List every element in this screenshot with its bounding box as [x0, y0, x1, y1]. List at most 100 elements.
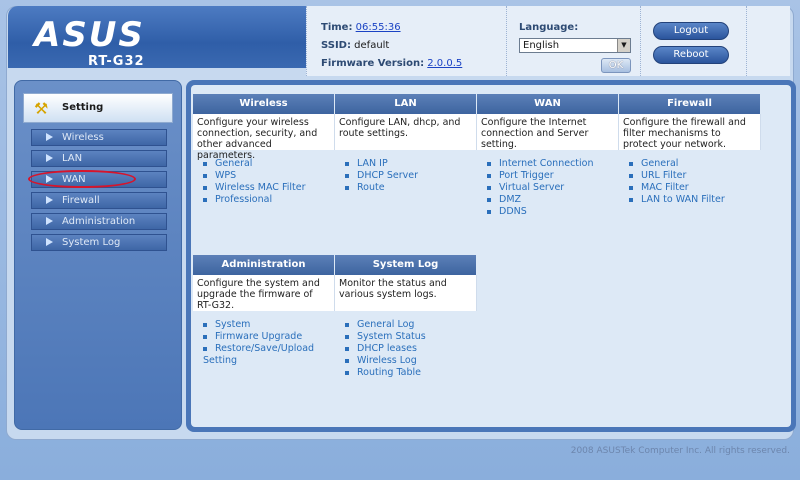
- card-link-label[interactable]: Route: [357, 182, 385, 193]
- card-link-label[interactable]: Internet Connection: [499, 158, 594, 169]
- card-link-label[interactable]: LAN to WAN Filter: [641, 194, 725, 205]
- arrow-right-icon: [46, 196, 53, 204]
- card-link[interactable]: Routing Table: [345, 367, 477, 379]
- sidebar-item-administration[interactable]: Administration: [31, 213, 167, 230]
- sidebar-item-wireless[interactable]: Wireless: [31, 129, 167, 146]
- status-info-panel: Time: 06:55:36 SSID: default Firmware Ve…: [306, 6, 506, 76]
- arrow-right-icon: [46, 217, 53, 225]
- card-link[interactable]: Professional: [203, 194, 335, 206]
- card-link-label[interactable]: Wireless MAC Filter: [215, 182, 305, 193]
- card-link-label[interactable]: DHCP leases: [357, 343, 417, 354]
- card-link-label[interactable]: General: [641, 158, 678, 169]
- card-link-label[interactable]: MAC Filter: [641, 182, 689, 193]
- setting-title: Setting: [62, 102, 104, 113]
- card-link[interactable]: LAN to WAN Filter: [629, 194, 761, 206]
- bullet-icon: [345, 358, 349, 363]
- bullet-icon: [487, 173, 491, 178]
- card-link-label[interactable]: General: [215, 158, 252, 169]
- card-title-wireless[interactable]: Wireless: [193, 94, 335, 114]
- tools-icon: ⚒: [34, 99, 49, 118]
- card-link[interactable]: Firmware Upgrade: [203, 331, 335, 343]
- card-link-label[interactable]: Virtual Server: [499, 182, 564, 193]
- bullet-icon: [345, 322, 349, 327]
- ssid-row: SSID: default: [321, 40, 389, 51]
- card-link-label[interactable]: Routing Table: [357, 367, 421, 378]
- card-link[interactable]: General Log: [345, 319, 477, 331]
- card-description: Configure the Internet connection and Se…: [477, 114, 619, 150]
- card-link-label[interactable]: Firmware Upgrade: [215, 331, 302, 342]
- card-link-label[interactable]: System Status: [357, 331, 426, 342]
- card-link[interactable]: DDNS: [487, 206, 619, 218]
- logout-button[interactable]: Logout: [653, 22, 729, 40]
- card-link[interactable]: Route: [345, 182, 477, 194]
- card-description: Configure the firewall and filter mechan…: [619, 114, 761, 150]
- time-row: Time: 06:55:36: [321, 22, 401, 33]
- card-link[interactable]: General: [203, 158, 335, 170]
- card-links: General URL Filter MAC Filter LAN to WAN Fi…: [619, 150, 761, 206]
- card-title-wan[interactable]: WAN: [477, 94, 619, 114]
- asus-logo: ASUS: [34, 15, 145, 55]
- ssid-label: SSID:: [321, 40, 351, 51]
- card-link[interactable]: LAN IP: [345, 158, 477, 170]
- bullet-icon: [203, 173, 207, 178]
- sidebar-item-system-log[interactable]: System Log: [31, 234, 167, 251]
- firmware-link[interactable]: 2.0.0.5: [427, 58, 462, 69]
- card-link-label[interactable]: System: [215, 319, 250, 330]
- card-link-label[interactable]: Professional: [215, 194, 272, 205]
- card-link-label[interactable]: DDNS: [499, 206, 527, 217]
- sidebar-item-label: System Log: [62, 237, 121, 248]
- arrow-right-icon: [46, 238, 53, 246]
- firmware-label: Firmware Version:: [321, 58, 425, 69]
- card-link-label[interactable]: Wireless Log: [357, 355, 417, 366]
- card-links: General WPS Wireless MAC Filter Professiona…: [193, 150, 335, 206]
- card-link[interactable]: Wireless Log: [345, 355, 477, 367]
- card-link-label[interactable]: Restore/Save/Upload Setting: [203, 343, 314, 366]
- card-link-label[interactable]: General Log: [357, 319, 414, 330]
- card-title-system-log[interactable]: System Log: [335, 255, 477, 275]
- sidebar-item-label: Administration: [62, 216, 136, 227]
- card-link[interactable]: MAC Filter: [629, 182, 761, 194]
- card-link[interactable]: Wireless MAC Filter: [203, 182, 335, 194]
- card-link[interactable]: DMZ: [487, 194, 619, 206]
- language-select[interactable]: English ▼: [519, 38, 631, 53]
- bullet-icon: [629, 173, 633, 178]
- language-ok-button[interactable]: OK: [601, 58, 631, 73]
- card-link[interactable]: DHCP Server: [345, 170, 477, 182]
- card-link[interactable]: DHCP leases: [345, 343, 477, 355]
- card-title-lan[interactable]: LAN: [335, 94, 477, 114]
- bullet-icon: [345, 173, 349, 178]
- bullet-icon: [345, 185, 349, 190]
- arrow-right-icon: [46, 154, 53, 162]
- sidebar-item-firewall[interactable]: Firewall: [31, 192, 167, 209]
- card-link-label[interactable]: Port Trigger: [499, 170, 554, 181]
- card-link-label[interactable]: URL Filter: [641, 170, 686, 181]
- sidebar-item-lan[interactable]: LAN: [31, 150, 167, 167]
- card-link[interactable]: Internet Connection: [487, 158, 619, 170]
- card-link[interactable]: WPS: [203, 170, 335, 182]
- card-link-label[interactable]: LAN IP: [357, 158, 388, 169]
- card-description: Configure LAN, dhcp, and route settings.: [335, 114, 477, 150]
- card-link[interactable]: Virtual Server: [487, 182, 619, 194]
- card-links: Internet Connection Port Trigger Virtual S…: [477, 150, 619, 218]
- setting-header[interactable]: ⚒ Setting: [23, 93, 173, 123]
- logo-panel: ASUS RT-G32: [8, 6, 306, 69]
- card-link[interactable]: Restore/Save/Upload Setting: [203, 343, 335, 367]
- card-title-administration[interactable]: Administration: [193, 255, 335, 275]
- card-link-label[interactable]: WPS: [215, 170, 236, 181]
- time-link[interactable]: 06:55:36: [356, 22, 401, 33]
- firmware-row: Firmware Version: 2.0.0.5: [321, 58, 462, 69]
- content-panel: Wireless Configure your wireless connecti…: [191, 85, 791, 427]
- chevron-down-icon[interactable]: ▼: [617, 39, 630, 52]
- card-link[interactable]: System Status: [345, 331, 477, 343]
- card-link[interactable]: URL Filter: [629, 170, 761, 182]
- card-description: Configure your wireless connection, secu…: [193, 114, 335, 161]
- card-link[interactable]: Port Trigger: [487, 170, 619, 182]
- card-link-label[interactable]: DHCP Server: [357, 170, 418, 181]
- reboot-button[interactable]: Reboot: [653, 46, 729, 64]
- category-card: LAN Configure LAN, dhcp, and route settin…: [335, 94, 477, 194]
- card-link[interactable]: General: [629, 158, 761, 170]
- card-title-firewall[interactable]: Firewall: [619, 94, 761, 114]
- bullet-icon: [345, 370, 349, 375]
- card-link[interactable]: System: [203, 319, 335, 331]
- card-link-label[interactable]: DMZ: [499, 194, 521, 205]
